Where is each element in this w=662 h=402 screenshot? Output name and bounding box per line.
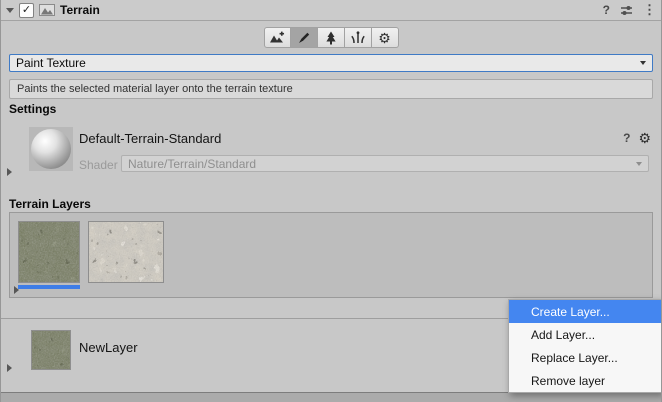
settings-section-label: Settings <box>9 102 56 116</box>
shader-label: Shader <box>79 158 118 172</box>
help-icon[interactable]: ? <box>603 3 610 17</box>
menu-item-replace-layer[interactable]: Replace Layer... <box>509 346 661 369</box>
material-header-icons: ? ⚙ <box>623 131 651 145</box>
menu-item-add-layer[interactable]: Add Layer... <box>509 323 661 346</box>
tool-paint-details-button[interactable] <box>345 27 372 48</box>
terrain-icon <box>39 2 55 18</box>
tool-paint-terrain-button[interactable] <box>291 27 318 48</box>
kebab-menu-icon[interactable]: ⋮ <box>643 2 656 18</box>
component-header: ✓ Terrain ? ⋮ <box>1 0 661 21</box>
gear-icon: ⚙ <box>378 31 391 45</box>
neighbor-terrains-icon <box>269 30 285 46</box>
header-icons: ? ⋮ <box>603 2 656 18</box>
menu-item-remove-layer[interactable]: Remove layer <box>509 369 661 392</box>
material-name: Default-Terrain-Standard <box>79 131 221 146</box>
chevron-down-icon <box>640 61 646 65</box>
component-foldout-icon[interactable] <box>6 8 14 13</box>
footer-strip <box>1 393 661 402</box>
terrain-layers-section-label: Terrain Layers <box>9 197 91 211</box>
material-foldout-icon[interactable] <box>7 168 12 176</box>
menu-item-create-layer[interactable]: Create Layer... <box>509 300 661 323</box>
material-preview[interactable] <box>29 127 73 171</box>
terrain-toolbar: ⚙ <box>1 27 661 48</box>
tool-terrain-settings-button[interactable]: ⚙ <box>372 27 399 48</box>
paint-brush-icon <box>296 30 312 46</box>
shader-dropdown: Nature/Terrain/Standard <box>121 155 649 172</box>
shader-value: Nature/Terrain/Standard <box>128 157 256 171</box>
presets-icon[interactable] <box>619 3 634 18</box>
newlayer-foldout-icon[interactable] <box>7 364 12 372</box>
terrain-inspector: ✓ Terrain ? ⋮ <box>0 0 662 402</box>
terrain-layer-thumbnail-gravel[interactable] <box>88 221 164 283</box>
material-gear-icon[interactable]: ⚙ <box>638 131 651 145</box>
paint-mode-dropdown[interactable]: Paint Texture <box>9 54 653 72</box>
paint-mode-value: Paint Texture <box>16 56 86 70</box>
layers-panel-foldout-icon[interactable] <box>14 286 19 294</box>
material-preview-sphere <box>31 129 71 169</box>
help-box: Paints the selected material layer onto … <box>9 79 653 99</box>
newlayer-name: NewLayer <box>79 340 138 355</box>
component-enabled-checkbox[interactable]: ✓ <box>19 3 34 18</box>
chevron-down-icon <box>636 162 642 166</box>
terrain-layer-thumbnail-grass[interactable] <box>18 221 80 283</box>
material-help-icon[interactable]: ? <box>623 131 630 145</box>
tool-button-group: ⚙ <box>264 27 399 48</box>
terrain-layers-panel <box>9 212 653 298</box>
selected-layer-indicator <box>18 285 80 289</box>
tool-create-neighbor-terrains-button[interactable] <box>264 27 291 48</box>
details-grass-icon <box>350 30 366 46</box>
layer-context-menu: Create Layer... Add Layer... Replace Lay… <box>508 299 662 393</box>
help-box-text: Paints the selected material layer onto … <box>17 83 293 95</box>
tool-paint-trees-button[interactable] <box>318 27 345 48</box>
tree-icon <box>323 30 339 46</box>
component-title: Terrain <box>60 3 100 17</box>
newlayer-thumbnail[interactable] <box>31 330 71 370</box>
